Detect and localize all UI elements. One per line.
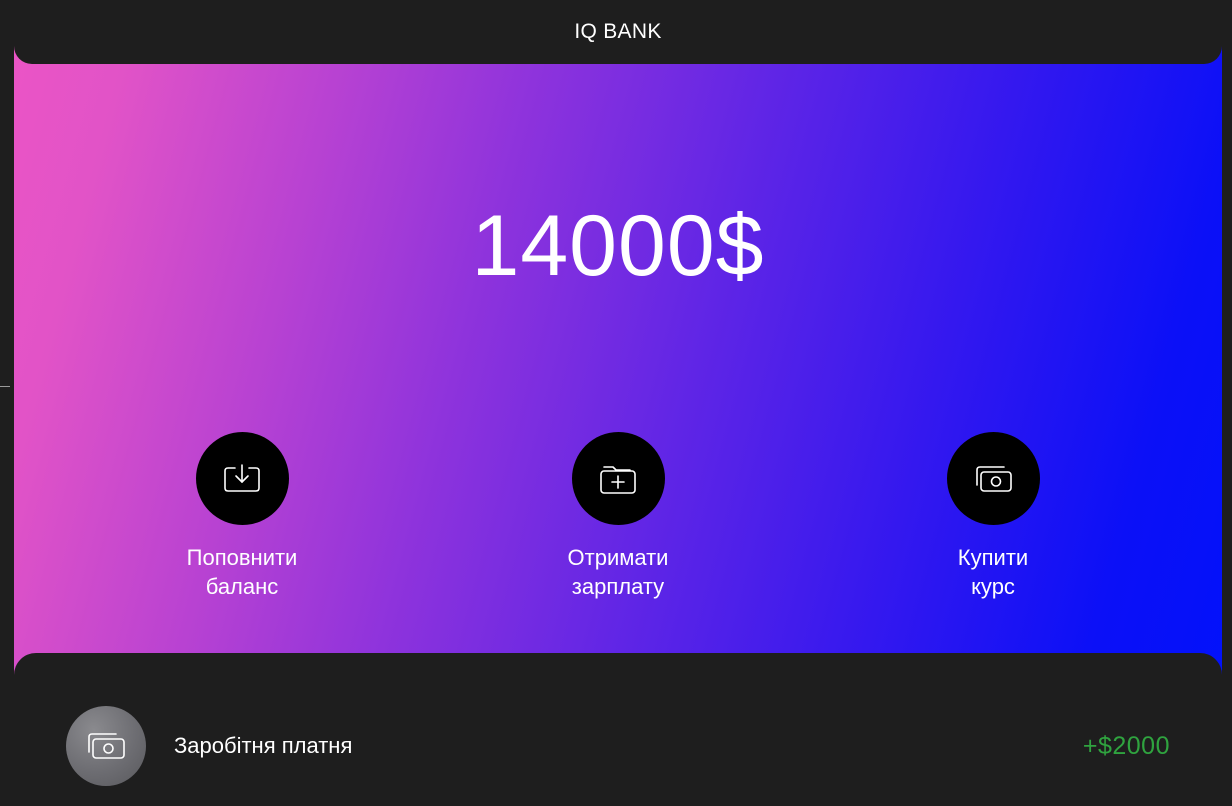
get-salary-label-line2: зарплату	[571, 574, 665, 599]
buy-course-button[interactable]: Купити курс	[893, 432, 1093, 601]
download-icon	[224, 463, 260, 492]
cash-icon	[88, 733, 125, 759]
cash-icon	[976, 465, 1012, 492]
buy-course-label-line1: Купити	[957, 545, 1029, 570]
transaction-row[interactable]: Заробітня платня +$2000	[66, 706, 1170, 786]
top-up-label-line1: Поповнити	[186, 545, 298, 570]
transaction-title: Заробітня платня	[174, 733, 353, 758]
folder-add-icon	[600, 465, 636, 494]
top-up-label: Поповнити баланс	[152, 543, 332, 601]
get-salary-label: Отримати зарплату	[528, 543, 708, 601]
top-up-balance-button[interactable]: Поповнити баланс	[142, 432, 342, 601]
buy-course-label: Купити курс	[903, 543, 1083, 601]
transaction-amount: +$2000	[1082, 731, 1170, 760]
app-title: IQ BANK	[574, 19, 662, 43]
top-up-label-line2: баланс	[205, 574, 279, 599]
top-up-circle[interactable]	[195, 432, 289, 525]
get-salary-circle[interactable]	[571, 432, 665, 525]
app-header: IQ BANK	[14, 0, 1222, 64]
balance-amount: 14000$	[471, 198, 765, 294]
transaction-avatar	[66, 706, 146, 786]
buy-course-label-line2: курс	[971, 574, 1015, 599]
app-window: IQ BANK 14000$ Поповнити баланс Отримати…	[0, 0, 1232, 806]
transactions-panel: Заробітня платня +$2000	[14, 653, 1222, 806]
buy-course-circle[interactable]	[946, 432, 1040, 525]
get-salary-button[interactable]: Отримати зарплату	[518, 432, 718, 601]
get-salary-label-line1: Отримати	[567, 545, 669, 570]
window-edge-marker	[0, 386, 10, 387]
